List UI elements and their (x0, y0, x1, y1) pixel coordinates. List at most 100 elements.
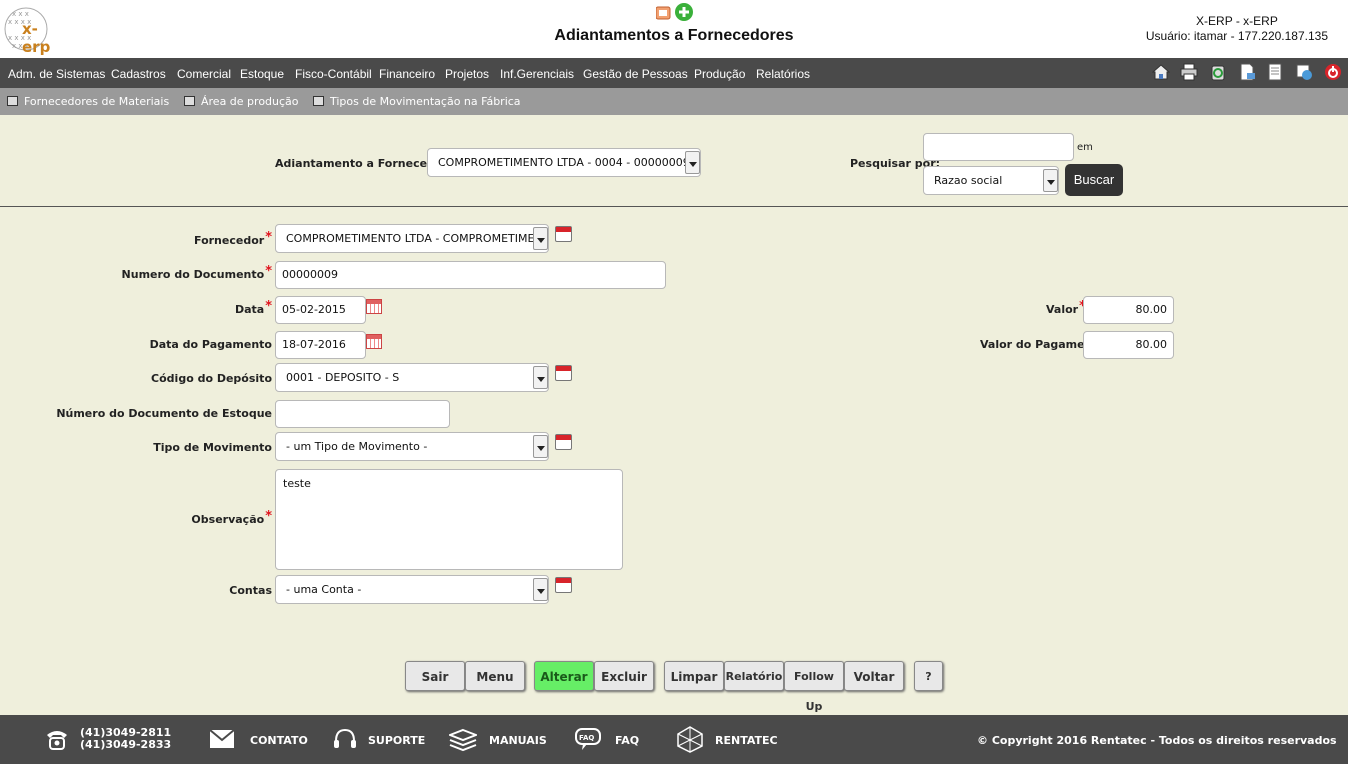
header: x x x x x x x x x x x x x x x-erp Adiant… (0, 0, 1348, 58)
menu-fisco-contabil[interactable]: Fisco-Contábil (295, 67, 372, 81)
observacao-textarea[interactable]: teste (275, 469, 623, 570)
valor-label-text: Valor (1046, 303, 1079, 316)
title-icons (655, 3, 696, 23)
footer-faq-link[interactable]: FAQ (615, 734, 639, 747)
chevron-down-icon[interactable] (533, 435, 548, 458)
calendar-icon[interactable] (555, 365, 572, 381)
add-icon[interactable] (675, 3, 693, 21)
help-button[interactable]: ? (914, 661, 943, 691)
search-input[interactable] (923, 133, 1074, 161)
calendar-icon[interactable] (555, 577, 572, 593)
fornecedor-label: Fornecedor* (194, 230, 272, 248)
valor-pagamento-input[interactable]: 80.00 (1083, 331, 1174, 359)
data-pagamento-input[interactable]: 18-07-2016 (275, 331, 366, 359)
contas-label: Contas (229, 584, 272, 597)
fornecedor-label-text: Fornecedor (194, 234, 265, 247)
page-icon[interactable] (1266, 63, 1284, 81)
buscar-button[interactable]: Buscar (1065, 164, 1123, 196)
printer-icon[interactable] (1180, 63, 1198, 81)
codigo-deposito-select[interactable]: 0001 - DEPOSITO - S (275, 363, 549, 392)
pdf-icon[interactable] (655, 6, 671, 20)
chevron-down-icon[interactable] (533, 366, 548, 389)
codigo-deposito-value: 0001 - DEPOSITO - S (286, 371, 400, 384)
numero-documento-input[interactable]: 00000009 (275, 261, 666, 289)
limpar-button[interactable]: Limpar (664, 661, 724, 691)
recycle-icon[interactable] (1209, 63, 1227, 81)
doc-estoque-input[interactable] (275, 400, 450, 428)
required-marker: * (265, 264, 272, 279)
subnav-label: Tipos de Movimentação na Fábrica (330, 95, 521, 108)
footer-phones: (41)3049-2811 (41)3049-2833 (80, 727, 171, 751)
menu-inf-gerenciais[interactable]: Inf.Gerenciais (500, 67, 574, 81)
observacao-label-text: Observação (191, 513, 265, 526)
faq-icon-text: FAQ (579, 734, 594, 742)
excluir-button[interactable]: Excluir (594, 661, 654, 691)
fornecedor-select[interactable]: COMPROMETIMENTO LTDA - COMPROMETIMEN (275, 224, 549, 253)
sair-button[interactable]: Sair (405, 661, 465, 691)
menu-financeiro[interactable]: Financeiro (379, 67, 435, 81)
menu-comercial[interactable]: Comercial (177, 67, 231, 81)
subnav-label: Área de produção (201, 95, 299, 108)
menu-relatorios[interactable]: Relatórios (756, 67, 810, 81)
chevron-down-icon[interactable] (685, 151, 700, 174)
user-info: X-ERP - x-ERP Usuário: itamar - 177.220.… (1146, 14, 1328, 44)
notes-icon[interactable] (1295, 63, 1313, 81)
menu-projetos[interactable]: Projetos (445, 67, 489, 81)
chevron-down-icon[interactable] (533, 227, 548, 250)
power-icon[interactable] (1324, 63, 1342, 81)
date-picker-icon[interactable] (366, 334, 382, 349)
tipo-movimento-select[interactable]: - um Tipo de Movimento - (275, 432, 549, 461)
calendar-icon[interactable] (555, 226, 572, 242)
contas-select[interactable]: - uma Conta - (275, 575, 549, 604)
list-icon (313, 96, 324, 106)
menu-cadastros[interactable]: Cadastros (111, 67, 166, 81)
footer-rentatec-link[interactable]: RENTATEC (715, 734, 778, 747)
data-label: Data* (234, 299, 272, 317)
numero-documento-label: Numero do Documento* (122, 264, 272, 282)
document-icon[interactable] (1238, 63, 1256, 81)
phone-2: (41)3049-2833 (80, 738, 172, 751)
subnav-fornecedores-materiais[interactable]: Fornecedores de Materiais (7, 95, 169, 108)
main-menu: Adm. de Sistemas Cadastros Comercial Est… (0, 58, 1348, 88)
data-pagamento-label: Data do Pagamento (149, 338, 272, 351)
adiantamento-select[interactable]: COMPROMETIMENTO LTDA - 0004 - 00000009 -… (427, 148, 701, 177)
subnav-area-producao[interactable]: Área de produção (184, 95, 299, 108)
footer-suporte-link[interactable]: SUPORTE (368, 734, 425, 747)
alterar-button[interactable]: Alterar (534, 661, 594, 691)
home-icon[interactable] (1152, 63, 1170, 81)
required-marker: * (265, 299, 272, 314)
relatorio-button[interactable]: Relatório (724, 661, 784, 691)
section-divider (0, 206, 1348, 207)
data-label-text: Data (234, 303, 265, 316)
voltar-button[interactable]: Voltar (844, 661, 904, 691)
subnav-label: Fornecedores de Materiais (24, 95, 170, 108)
date-picker-icon[interactable] (366, 299, 382, 314)
search-field-value: Razao social (934, 174, 1003, 187)
required-marker: * (265, 230, 272, 245)
footer-manuais-link[interactable]: MANUAIS (489, 734, 547, 747)
required-marker: * (265, 509, 272, 524)
subnav-tipos-movimentacao[interactable]: Tipos de Movimentação na Fábrica (313, 95, 521, 108)
list-icon (184, 96, 195, 106)
chevron-down-icon[interactable] (1043, 169, 1058, 192)
menu-gestao-pessoas[interactable]: Gestão de Pessoas (583, 67, 688, 81)
rentatec-icon (677, 726, 703, 753)
svg-text:x x x: x x x (12, 10, 29, 18)
follow-up-button[interactable]: Follow Up (784, 661, 844, 713)
doc-estoque-label: Número do Documento de Estoque (56, 407, 272, 420)
menu-button[interactable]: Menu (465, 661, 525, 691)
calendar-icon[interactable] (555, 434, 572, 450)
menu-producao[interactable]: Produção (694, 67, 745, 81)
valor-label: Valor* (1046, 299, 1086, 317)
headset-icon (334, 728, 356, 748)
chevron-down-icon[interactable] (533, 578, 548, 601)
contas-value: - uma Conta - (286, 583, 362, 596)
search-field-select[interactable]: Razao social (923, 166, 1059, 195)
adiantamento-value: COMPROMETIMENTO LTDA - 0004 - 00000009 -… (438, 156, 701, 169)
footer-contato-link[interactable]: CONTATO (250, 734, 308, 747)
data-input[interactable]: 05-02-2015 (275, 296, 366, 324)
menu-adm-sistemas[interactable]: Adm. de Sistemas (8, 67, 105, 81)
toolbar (1152, 63, 1342, 83)
valor-input[interactable]: 80.00 (1083, 296, 1174, 324)
menu-estoque[interactable]: Estoque (240, 67, 284, 81)
